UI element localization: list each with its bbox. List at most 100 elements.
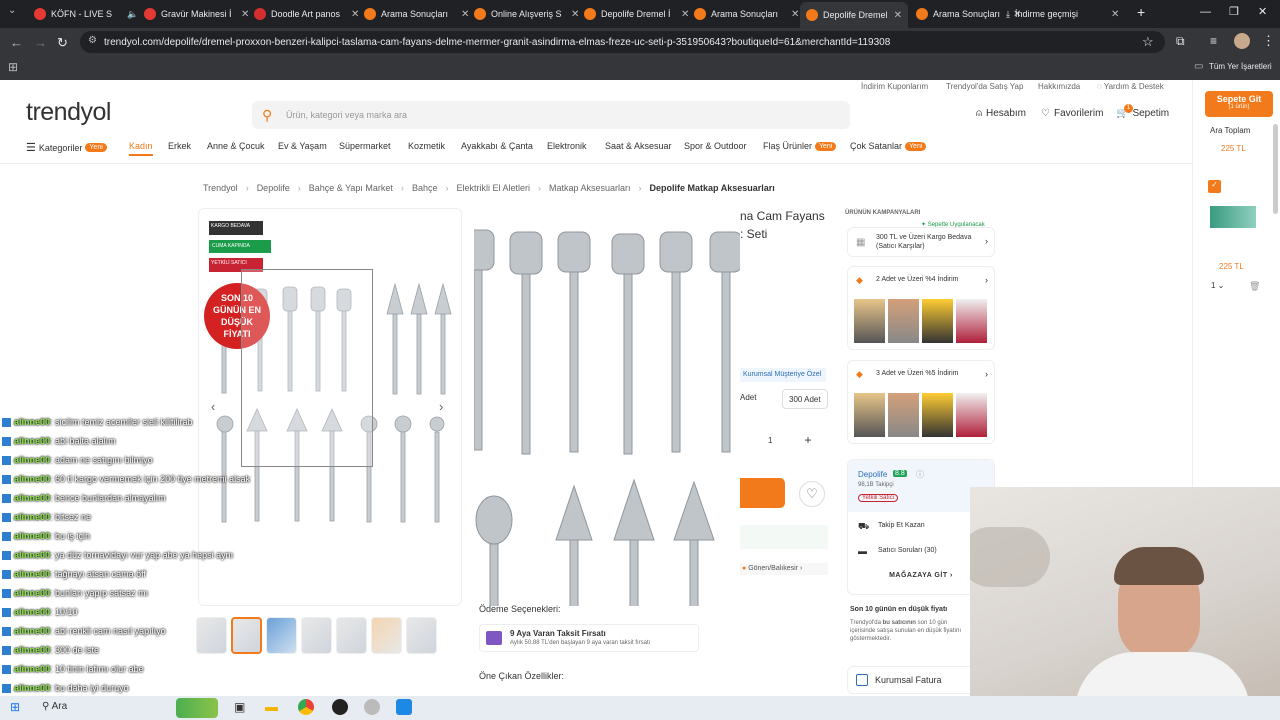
widgets-icon[interactable] [176,698,218,718]
browser-tab-active[interactable]: Depolife Dremel İ ✕ [800,2,908,28]
thumbnail[interactable] [336,617,367,654]
qty-option[interactable]: Adet [740,393,756,402]
breadcrumb-item[interactable]: Elektrikli El Aletleri [456,183,530,193]
bookmark-star-icon[interactable]: ☆ [1142,34,1154,50]
windows-start-icon[interactable]: ⊞ [10,700,20,714]
nav-elektronik[interactable]: Elektronik [547,141,587,151]
add-to-cart-button[interactable] [740,478,785,508]
close-window-icon[interactable]: ✕ [1258,5,1267,18]
breadcrumb-item[interactable]: Depolife [257,183,290,193]
go-to-cart-button[interactable]: Sepete Git (1 ürün) [1205,91,1273,117]
cart-item-image[interactable] [1210,206,1256,228]
apps-grid-icon[interactable]: ⊞ [8,60,18,74]
file-explorer-icon[interactable]: ▬ [265,699,278,714]
seller-name[interactable]: Depolife [858,470,887,479]
thumbnail[interactable] [301,617,332,654]
help-link[interactable]: ◌ Yardım & Destek [1097,82,1164,91]
browser-tab[interactable]: Doodle Art panos ✕ [248,4,365,24]
nav-saat-aksesuar[interactable]: Saat & Aksesuar [605,141,672,151]
obs-icon[interactable] [332,699,348,715]
quantity-stepper[interactable]: 1 + [740,430,830,450]
scrollbar[interactable] [1273,124,1278,214]
back-icon[interactable]: ← [10,35,23,50]
breadcrumb-item[interactable]: Bahçe & Yapı Market [309,183,393,193]
favorites-button[interactable]: ♡ Favorilerim [1041,108,1103,119]
campaign-product-image[interactable] [922,393,953,437]
campaign-free-shipping[interactable]: ▦ 300 TL ve Üzeri Kargo Bedava (Satıcı K… [847,227,995,257]
campaign-2-items[interactable]: ◆ 2 Adet ve Üzeri %4 İndirim › [847,266,995,350]
task-view-icon[interactable]: ▣ [234,700,245,714]
browser-tab[interactable]: Arama Sonuçları ✕ [688,4,805,24]
campaign-product-image[interactable] [888,393,919,437]
chrome-icon[interactable] [298,699,314,715]
nav-ev-yasam[interactable]: Ev & Yaşam [278,141,327,151]
nav-flash[interactable]: Flaş Ürünler Yeni [763,141,837,151]
app-icon[interactable] [364,699,380,715]
campaign-product-image[interactable] [854,393,885,437]
nav-ayakkabi-canta[interactable]: Ayakkabı & Çanta [461,141,533,151]
forward-icon[interactable]: → [34,35,47,50]
info-icon[interactable]: ⓘ [916,469,924,480]
close-tab-icon[interactable]: ✕ [894,10,902,21]
reload-icon[interactable]: ↻ [57,35,68,51]
media-icon[interactable]: ≡ [1210,34,1217,48]
browser-tab[interactable]: Arama Sonuçları ✕ [358,4,475,24]
menu-icon[interactable]: ⋮ [1262,33,1275,49]
tab-list-icon[interactable]: ⌄ [8,5,16,16]
browser-tab[interactable]: Depolife Dremel İ ✕ [578,4,695,24]
campaign-product-image[interactable] [854,299,885,343]
next-image-icon[interactable]: › [439,399,443,414]
browser-tab[interactable]: ⤓ İndirme geçmişi ✕ [1000,4,1125,24]
new-tab-icon[interactable]: + [1137,4,1145,20]
shipping-location[interactable]: ● Gönen/Balıkesir › [740,563,828,575]
nav-bestsellers[interactable]: Çok Satanlar Yeni [850,141,927,151]
seller-questions-link[interactable]: Satıcı Soruları (30) [878,547,937,554]
campaign-3-items[interactable]: ◆ 3 Adet ve Üzeri %5 İndirim › [847,360,995,444]
campaign-product-image[interactable] [956,393,987,437]
cart-item-checkbox[interactable]: ✓ [1208,180,1221,193]
sell-link[interactable]: Trendyol'da Satış Yap [946,82,1023,91]
search-input[interactable]: ⚲ Ürün, kategori veya marka ara [252,101,850,129]
extensions-icon[interactable]: ⧉ [1176,34,1185,49]
about-link[interactable]: Hakkımızda [1038,82,1080,91]
nav-kadin[interactable]: Kadın [129,141,153,156]
taskbar-search[interactable]: ⚲ Ara [42,701,67,712]
nav-kozmetik[interactable]: Kozmetik [408,141,445,151]
close-tab-icon[interactable]: ✕ [1111,9,1119,20]
categories-menu[interactable]: ☰ Kategoriler Yeni [26,141,107,154]
breadcrumb-item[interactable]: Trendyol [203,183,238,193]
close-tab-icon[interactable]: ✕ [791,9,799,20]
site-info-icon[interactable]: ⚙ [88,35,97,46]
campaign-product-image[interactable] [922,299,953,343]
browser-tab[interactable]: Online Alışveriş S ✕ [468,4,585,24]
nav-supermarket[interactable]: Süpermarket [339,141,391,151]
follow-earn-link[interactable]: Takip Et Kazan [878,522,925,529]
prev-image-icon[interactable]: ‹ [211,399,215,414]
installment-card[interactable]: 9 Aya Varan Taksit Fırsatı Aylık 50.88 T… [479,624,699,652]
campaign-product-image[interactable] [888,299,919,343]
all-bookmarks-link[interactable]: Tüm Yer İşaretleri [1209,62,1272,71]
audio-icon[interactable]: 🔈 [127,9,138,20]
trendyol-logo[interactable]: trendyol [26,98,111,127]
campaign-product-image[interactable] [956,299,987,343]
breadcrumb-item[interactable]: Matkap Aksesuarları [549,183,631,193]
thumbnail[interactable] [406,617,437,654]
trash-icon[interactable]: 🗑 [1249,281,1260,292]
maximize-icon[interactable]: ❐ [1229,5,1239,18]
nav-spor-outdoor[interactable]: Spor & Outdoor [684,141,747,151]
plus-icon[interactable]: + [804,433,811,447]
url-field[interactable]: ⚙ trendyol.com/depolife/dremel-proxxon-b… [80,31,1165,53]
breadcrumb-item[interactable]: Bahçe [412,183,438,193]
app-icon[interactable] [396,699,412,715]
coupons-link[interactable]: İndirim Kuponlarım [861,82,928,91]
account-button[interactable]: ⍝ Hesabım [976,108,1026,119]
nav-erkek[interactable]: Erkek [168,141,191,151]
search-icon[interactable]: ⚲ [262,107,272,124]
minimize-icon[interactable]: — [1200,6,1211,18]
favorite-heart-button[interactable]: ♡ [799,481,825,507]
browser-tab[interactable]: Gravür Makinesi İ ✕ [138,4,255,24]
thumbnail[interactable] [371,617,402,654]
qty-option[interactable]: 300 Adet [782,389,828,409]
nav-anne-cocuk[interactable]: Anne & Çocuk [207,141,265,151]
profile-avatar[interactable] [1234,33,1250,49]
